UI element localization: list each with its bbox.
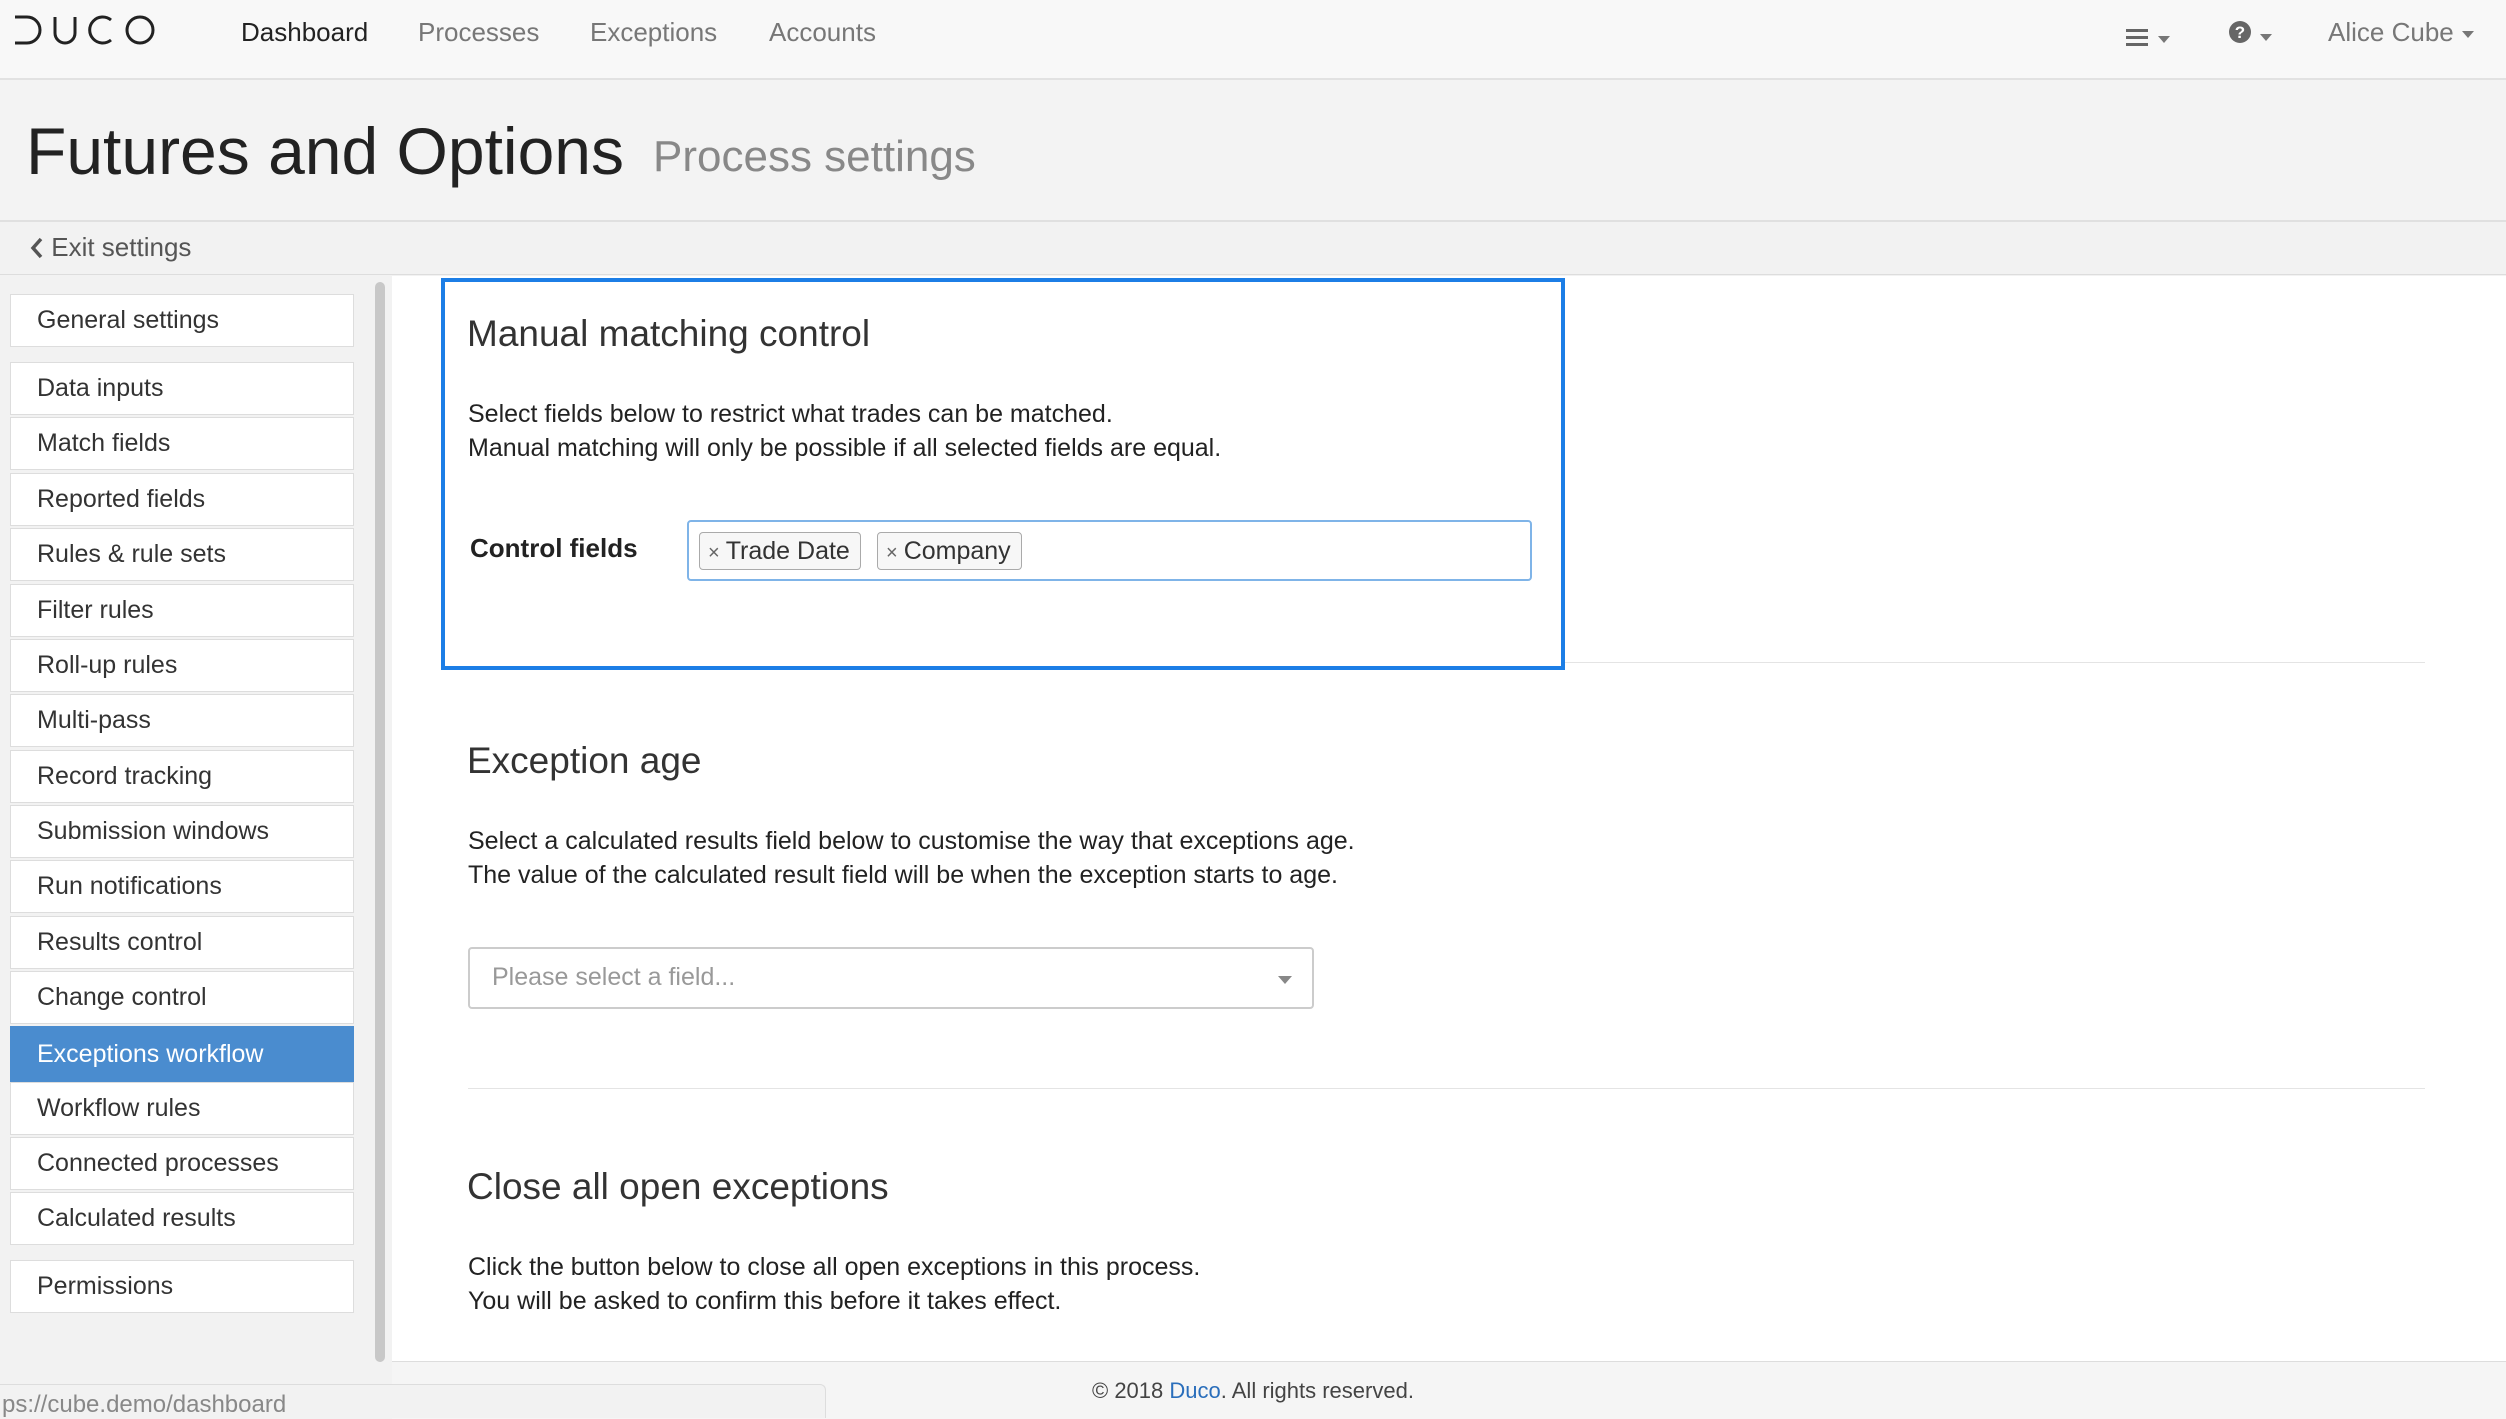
nav-accounts[interactable]: Accounts (769, 17, 876, 48)
section-divider (468, 1088, 2425, 1089)
question-circle-icon: ? (2229, 21, 2251, 43)
close-all-desc-1: Click the button below to close all open… (468, 1253, 1201, 1281)
chevron-down-icon (2461, 30, 2474, 38)
chevron-left-icon (30, 237, 43, 259)
exit-settings-label: Exit settings (51, 232, 192, 262)
sidebar-item-multi-pass[interactable]: Multi-pass (10, 694, 354, 747)
hamburger-icon (2126, 29, 2148, 46)
exit-row: Exit settings (0, 222, 2506, 275)
sidebar-item-calculated-results[interactable]: Calculated results (10, 1192, 354, 1245)
exit-settings-link[interactable]: Exit settings (30, 232, 191, 263)
sidebar-item-filter-rules[interactable]: Filter rules (10, 584, 354, 637)
footer-text: © 2018 Duco. All rights reserved. (1092, 1378, 1414, 1404)
duco-logo[interactable] (13, 14, 158, 51)
status-url-tooltip: ps://cube.demo/dashboard (0, 1384, 826, 1418)
exception-age-title: Exception age (467, 740, 702, 781)
close-all-title: Close all open exceptions (467, 1166, 889, 1207)
sidebar-item-run-notifications[interactable]: Run notifications (10, 860, 354, 913)
status-url-text: ps://cube.demo/dashboard (2, 1391, 287, 1418)
sidebar-item-rules[interactable]: Rules & rule sets (10, 528, 354, 581)
sidebar-item-reported-fields[interactable]: Reported fields (10, 473, 354, 526)
copyright-text: © 2018 (1092, 1378, 1170, 1403)
sidebar-item-workflow-rules[interactable]: Workflow rules (10, 1082, 354, 1135)
page-title: Futures and Options (26, 114, 624, 188)
sidebar-item-roll-up-rules[interactable]: Roll-up rules (10, 639, 354, 692)
exception-age-field-select[interactable]: Please select a field... (468, 947, 1314, 1009)
chevron-down-icon (2260, 33, 2272, 41)
top-navbar: Dashboard Processes Exceptions Accounts … (0, 0, 2506, 80)
sidebar-item-data-inputs[interactable]: Data inputs (10, 362, 354, 415)
chevron-down-icon (2158, 35, 2170, 43)
duco-link[interactable]: Duco (1169, 1378, 1220, 1403)
sidebar-item-match-fields[interactable]: Match fields (10, 417, 354, 470)
svg-text:?: ? (2235, 23, 2245, 42)
nav-dashboard[interactable]: Dashboard (241, 17, 368, 48)
exception-age-desc-2: The value of the calculated result field… (468, 861, 1338, 889)
sidebar-item-submission-windows[interactable]: Submission windows (10, 805, 354, 858)
sidebar-item-record-tracking[interactable]: Record tracking (10, 750, 354, 803)
page-subtitle: Process settings (653, 132, 976, 181)
exception-age-desc-1: Select a calculated results field below … (468, 827, 1355, 855)
menu-dropdown[interactable] (2126, 22, 2170, 53)
sidebar-item-permissions[interactable]: Permissions (10, 1260, 354, 1313)
nav-processes[interactable]: Processes (418, 17, 539, 48)
close-all-desc-2: You will be asked to confirm this before… (468, 1287, 1062, 1315)
rights-text: . All rights reserved. (1220, 1378, 1414, 1403)
sidebar-item-exceptions-workflow[interactable]: Exceptions workflow (10, 1026, 354, 1083)
sidebar-scroll-thumb[interactable] (375, 282, 385, 1362)
section-divider (1565, 662, 2425, 663)
sidebar-item-connected-processes[interactable]: Connected processes (10, 1137, 354, 1190)
user-name: Alice Cube (2328, 17, 2454, 47)
nav-exceptions[interactable]: Exceptions (590, 17, 717, 48)
sidebar-item-general-settings[interactable]: General settings (10, 294, 354, 347)
chevron-down-icon (1278, 976, 1292, 984)
help-dropdown[interactable]: ? (2228, 20, 2272, 51)
user-menu[interactable]: Alice Cube (2328, 17, 2474, 48)
sidebar-item-change-control[interactable]: Change control (10, 971, 354, 1024)
select-placeholder: Please select a field... (492, 963, 736, 991)
duco-logo-icon (15, 15, 155, 45)
highlight-box (441, 278, 1565, 670)
page-header: Futures and Options Process settings (0, 80, 2506, 222)
sidebar-item-results-control[interactable]: Results control (10, 916, 354, 969)
